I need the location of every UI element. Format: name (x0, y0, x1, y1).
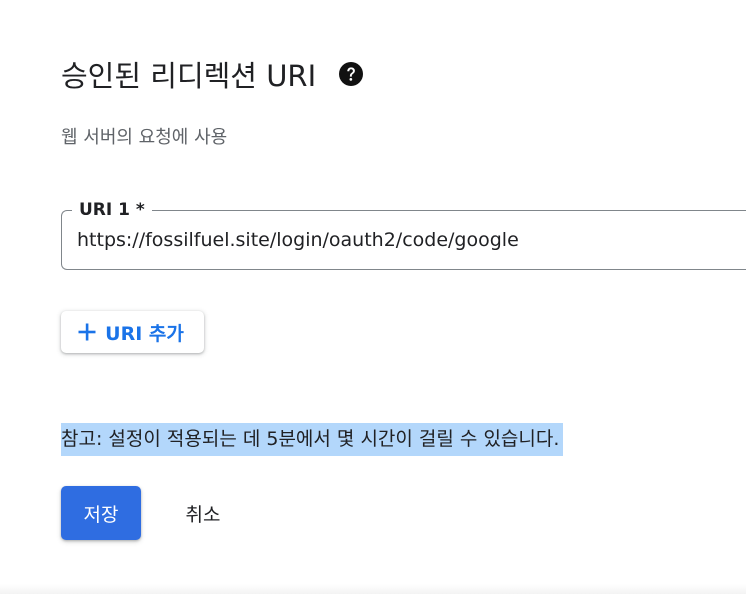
page-bottom-divider (0, 584, 746, 594)
section-subtitle: 웹 서버의 요청에 사용 (61, 127, 228, 148)
section-header: 승인된 리디렉션 URI (61, 52, 364, 96)
uri-1-input[interactable] (77, 229, 737, 251)
add-uri-button[interactable]: URI 추가 (61, 311, 204, 353)
settings-note: 참고: 설정이 적용되는 데 5분에서 몇 시간이 걸릴 수 있습니다. (61, 423, 564, 456)
section-title: 승인된 리디렉션 URI (61, 59, 317, 93)
plus-icon (77, 322, 97, 342)
cancel-button[interactable]: 취소 (165, 486, 241, 540)
add-uri-label: URI 추가 (105, 322, 184, 345)
uri-1-field[interactable]: URI 1 * (61, 198, 746, 270)
help-circle-icon[interactable] (338, 61, 364, 87)
uri-1-label: URI 1 * (72, 198, 152, 222)
save-button[interactable]: 저장 (61, 486, 141, 540)
